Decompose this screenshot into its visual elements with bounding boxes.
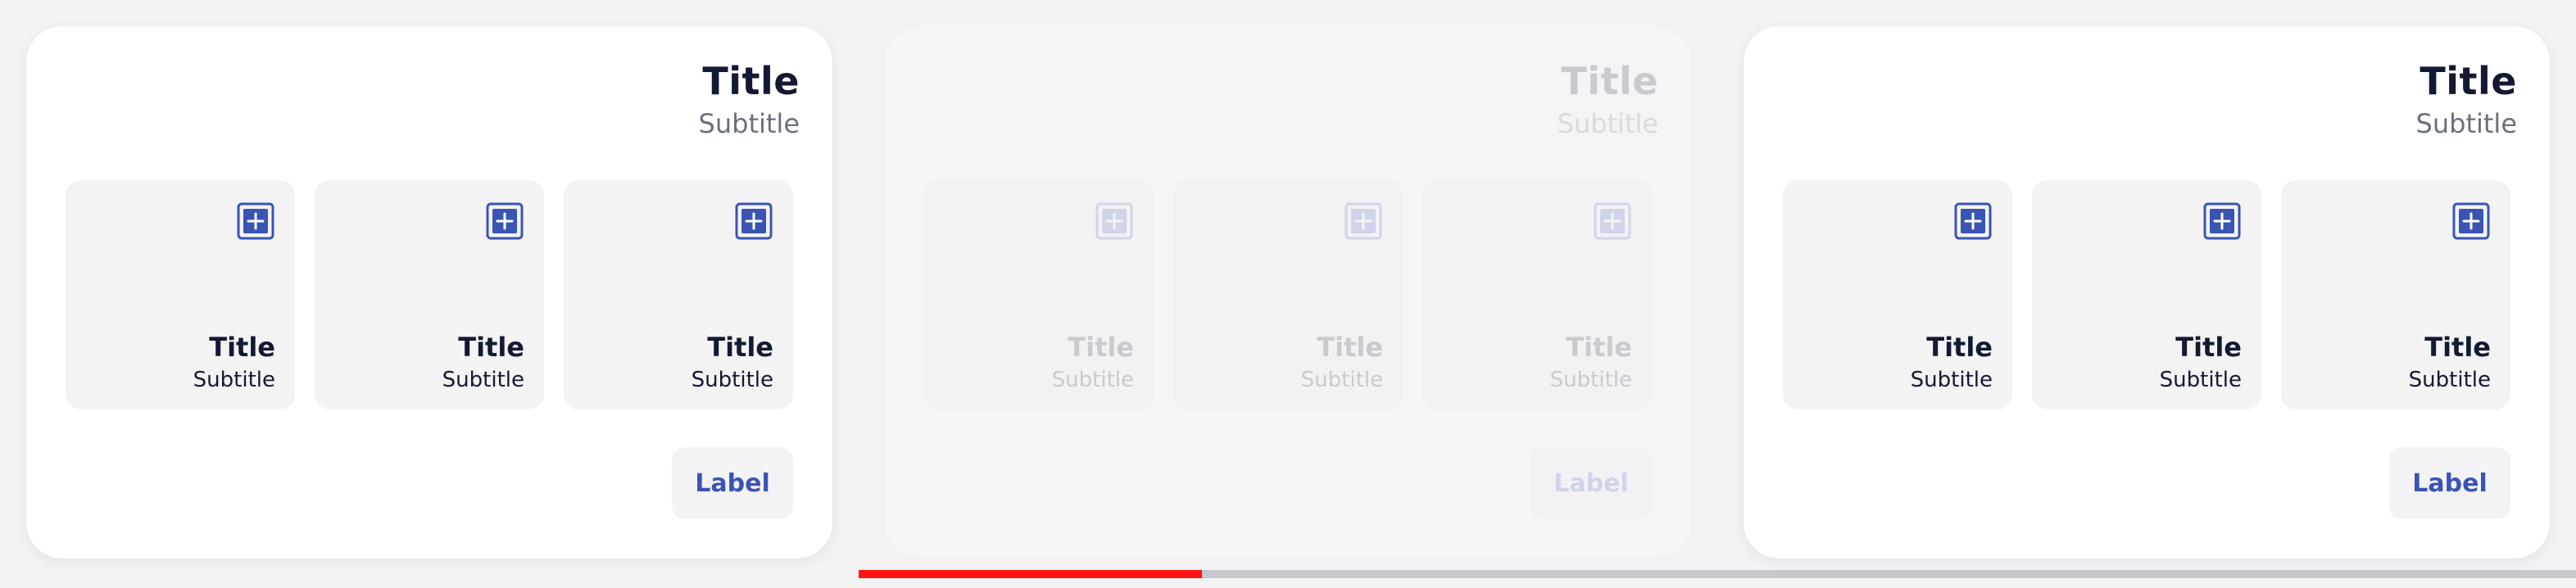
tile-text: Title Subtitle	[1550, 329, 1632, 395]
tile[interactable]: Title Subtitle	[315, 180, 544, 409]
tile-subtitle: Subtitle	[2159, 368, 2242, 392]
tile[interactable]: Title Subtitle	[2281, 180, 2510, 409]
tile-text: Title Subtitle	[2409, 329, 2491, 395]
label-button[interactable]: Label	[672, 447, 793, 519]
card: Title Subtitle Title Subtitle Title Subt…	[1744, 26, 2550, 559]
card-subtitle: Subtitle	[698, 108, 800, 139]
tile[interactable]: Title Subtitle	[2032, 180, 2261, 409]
plus-square-icon[interactable]	[1344, 201, 1383, 241]
tile-text: Title Subtitle	[692, 329, 773, 395]
tile-text: Title Subtitle	[1052, 329, 1134, 395]
card-title: Title	[1561, 59, 1658, 103]
tile[interactable]: Title Subtitle	[1173, 180, 1403, 409]
card: Title Subtitle Title Subtitle Title Subt…	[885, 26, 1691, 559]
plus-square-icon[interactable]	[485, 201, 524, 241]
tile[interactable]: Title Subtitle	[1783, 180, 2012, 409]
carousel-progress-track[interactable]	[859, 570, 2576, 578]
tile-title: Title	[458, 332, 524, 363]
tile-text: Title Subtitle	[1301, 329, 1383, 395]
tile-title: Title	[707, 332, 773, 363]
card: Title Subtitle Title Subtitle Title Subt…	[26, 26, 832, 559]
tile[interactable]: Title Subtitle	[66, 180, 295, 409]
tile-title: Title	[1566, 332, 1632, 363]
plus-square-icon[interactable]	[1593, 201, 1632, 241]
tile-subtitle: Subtitle	[2408, 368, 2491, 392]
label-button[interactable]: Label	[1531, 447, 1652, 519]
tile[interactable]: Title Subtitle	[1422, 180, 1652, 409]
card-header: Title Subtitle	[2416, 57, 2517, 142]
tile-title: Title	[2175, 332, 2242, 363]
tile[interactable]: Title Subtitle	[564, 180, 793, 409]
plus-square-icon[interactable]	[734, 201, 773, 241]
carousel-progress-fill	[859, 570, 1203, 578]
card-header: Title Subtitle	[1558, 57, 1658, 142]
card-subtitle: Subtitle	[2415, 108, 2517, 139]
plus-square-icon[interactable]	[1095, 201, 1134, 241]
carousel[interactable]: Title Subtitle Title Subtitle Title Subt…	[0, 0, 2576, 588]
tile-subtitle: Subtitle	[1051, 368, 1134, 392]
tile-title: Title	[1926, 332, 1993, 363]
card-title: Title	[2420, 59, 2517, 103]
label-button[interactable]: Label	[2389, 447, 2510, 519]
tile-text: Title Subtitle	[442, 329, 524, 395]
tile-text: Title Subtitle	[2160, 329, 2242, 395]
tile-title: Title	[1317, 332, 1383, 363]
tile-title: Title	[2424, 332, 2491, 363]
plus-square-icon[interactable]	[2451, 201, 2491, 241]
plus-square-icon[interactable]	[236, 201, 275, 241]
tile-subtitle: Subtitle	[442, 368, 524, 392]
tile-subtitle: Subtitle	[691, 368, 773, 392]
tile-subtitle: Subtitle	[1910, 368, 1993, 392]
tile[interactable]: Title Subtitle	[924, 180, 1154, 409]
tile-title: Title	[1068, 332, 1134, 363]
card-subtitle: Subtitle	[1557, 108, 1658, 139]
tile-row: Title Subtitle Title Subtitle Title Subt…	[66, 180, 793, 409]
card-header: Title Subtitle	[699, 57, 800, 142]
tile-title: Title	[209, 332, 275, 363]
card-title: Title	[702, 59, 800, 103]
tile-text: Title Subtitle	[193, 329, 275, 395]
plus-square-icon[interactable]	[2202, 201, 2242, 241]
plus-square-icon[interactable]	[1953, 201, 1993, 241]
tile-subtitle: Subtitle	[1300, 368, 1383, 392]
tile-row: Title Subtitle Title Subtitle Title Subt…	[924, 180, 1652, 409]
tile-row: Title Subtitle Title Subtitle Title Subt…	[1783, 180, 2510, 409]
tile-subtitle: Subtitle	[193, 368, 275, 392]
tile-text: Title Subtitle	[1911, 329, 1993, 395]
tile-subtitle: Subtitle	[1549, 368, 1632, 392]
